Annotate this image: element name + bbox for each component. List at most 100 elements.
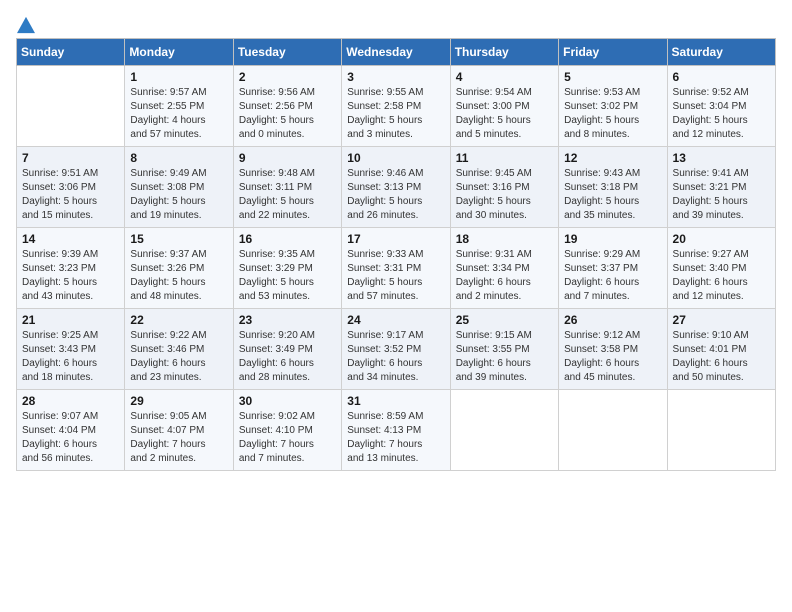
page-header — [16, 16, 776, 28]
calendar-cell — [17, 66, 125, 147]
day-number: 5 — [564, 70, 661, 84]
day-info: Sunrise: 9:46 AM Sunset: 3:13 PM Dayligh… — [347, 167, 444, 223]
calendar-cell: 14 Sunrise: 9:39 AM Sunset: 3:23 PM Dayli… — [17, 228, 125, 309]
weekday-header-friday: Friday — [559, 39, 667, 66]
day-info: Sunrise: 9:41 AM Sunset: 3:21 PM Dayligh… — [673, 167, 770, 223]
day-number: 7 — [22, 151, 119, 165]
day-info: Sunrise: 9:39 AM Sunset: 3:23 PM Dayligh… — [22, 248, 119, 304]
day-number: 11 — [456, 151, 553, 165]
calendar-cell: 17 Sunrise: 9:33 AM Sunset: 3:31 PM Dayli… — [342, 228, 450, 309]
day-number: 4 — [456, 70, 553, 84]
day-info: Sunrise: 9:51 AM Sunset: 3:06 PM Dayligh… — [22, 167, 119, 223]
day-number: 13 — [673, 151, 770, 165]
day-info: Sunrise: 9:33 AM Sunset: 3:31 PM Dayligh… — [347, 248, 444, 304]
day-number: 21 — [22, 313, 119, 327]
calendar-cell: 21 Sunrise: 9:25 AM Sunset: 3:43 PM Dayli… — [17, 309, 125, 390]
day-number: 14 — [22, 232, 119, 246]
calendar-cell — [450, 390, 558, 471]
day-number: 1 — [130, 70, 227, 84]
day-info: Sunrise: 9:49 AM Sunset: 3:08 PM Dayligh… — [130, 167, 227, 223]
calendar-week-row: 28 Sunrise: 9:07 AM Sunset: 4:04 PM Dayli… — [17, 390, 776, 471]
calendar-cell: 15Sunrise: 9:37 AM Sunset: 3:26 PM Dayli… — [125, 228, 233, 309]
day-number: 22 — [130, 313, 227, 327]
day-number: 15 — [130, 232, 227, 246]
calendar-cell: 13 Sunrise: 9:41 AM Sunset: 3:21 PM Dayli… — [667, 147, 775, 228]
day-info: Sunrise: 9:12 AM Sunset: 3:58 PM Dayligh… — [564, 329, 661, 385]
calendar-week-row: 7 Sunrise: 9:51 AM Sunset: 3:06 PM Daylig… — [17, 147, 776, 228]
day-info: Sunrise: 9:29 AM Sunset: 3:37 PM Dayligh… — [564, 248, 661, 304]
day-number: 30 — [239, 394, 336, 408]
calendar-cell: 19 Sunrise: 9:29 AM Sunset: 3:37 PM Dayli… — [559, 228, 667, 309]
calendar-cell: 27 Sunrise: 9:10 AM Sunset: 4:01 PM Dayli… — [667, 309, 775, 390]
calendar-cell: 25Sunrise: 9:15 AM Sunset: 3:55 PM Dayli… — [450, 309, 558, 390]
weekday-header-sunday: Sunday — [17, 39, 125, 66]
calendar-cell: 11 Sunrise: 9:45 AM Sunset: 3:16 PM Dayli… — [450, 147, 558, 228]
day-info: Sunrise: 9:43 AM Sunset: 3:18 PM Dayligh… — [564, 167, 661, 223]
day-info: Sunrise: 9:52 AM Sunset: 3:04 PM Dayligh… — [673, 86, 770, 142]
day-info: Sunrise: 9:15 AM Sunset: 3:55 PM Dayligh… — [456, 329, 553, 385]
calendar-week-row: 14 Sunrise: 9:39 AM Sunset: 3:23 PM Dayli… — [17, 228, 776, 309]
day-number: 8 — [130, 151, 227, 165]
weekday-header-tuesday: Tuesday — [233, 39, 341, 66]
calendar-cell: 31Sunrise: 8:59 AM Sunset: 4:13 PM Dayli… — [342, 390, 450, 471]
day-info: Sunrise: 9:22 AM Sunset: 3:46 PM Dayligh… — [130, 329, 227, 385]
calendar-cell: 30 Sunrise: 9:02 AM Sunset: 4:10 PM Dayli… — [233, 390, 341, 471]
day-number: 2 — [239, 70, 336, 84]
calendar-cell: 16 Sunrise: 9:35 AM Sunset: 3:29 PM Dayli… — [233, 228, 341, 309]
calendar-cell: 10 Sunrise: 9:46 AM Sunset: 3:13 PM Dayli… — [342, 147, 450, 228]
calendar-cell: 20 Sunrise: 9:27 AM Sunset: 3:40 PM Dayli… — [667, 228, 775, 309]
day-info: Sunrise: 9:35 AM Sunset: 3:29 PM Dayligh… — [239, 248, 336, 304]
day-info: Sunrise: 9:57 AM Sunset: 2:55 PM Dayligh… — [130, 86, 227, 142]
weekday-header-row: SundayMondayTuesdayWednesdayThursdayFrid… — [17, 39, 776, 66]
calendar-cell: 8 Sunrise: 9:49 AM Sunset: 3:08 PM Daylig… — [125, 147, 233, 228]
day-number: 29 — [130, 394, 227, 408]
calendar-cell: 23Sunrise: 9:20 AM Sunset: 3:49 PM Dayli… — [233, 309, 341, 390]
weekday-header-wednesday: Wednesday — [342, 39, 450, 66]
calendar-cell: 26 Sunrise: 9:12 AM Sunset: 3:58 PM Dayli… — [559, 309, 667, 390]
day-number: 10 — [347, 151, 444, 165]
day-info: Sunrise: 9:45 AM Sunset: 3:16 PM Dayligh… — [456, 167, 553, 223]
day-number: 18 — [456, 232, 553, 246]
day-number: 3 — [347, 70, 444, 84]
calendar-cell: 6Sunrise: 9:52 AM Sunset: 3:04 PM Daylig… — [667, 66, 775, 147]
calendar-cell: 2Sunrise: 9:56 AM Sunset: 2:56 PM Daylig… — [233, 66, 341, 147]
day-info: Sunrise: 9:27 AM Sunset: 3:40 PM Dayligh… — [673, 248, 770, 304]
day-info: Sunrise: 9:48 AM Sunset: 3:11 PM Dayligh… — [239, 167, 336, 223]
day-number: 12 — [564, 151, 661, 165]
calendar-cell: 4 Sunrise: 9:54 AM Sunset: 3:00 PM Daylig… — [450, 66, 558, 147]
weekday-header-monday: Monday — [125, 39, 233, 66]
day-info: Sunrise: 9:31 AM Sunset: 3:34 PM Dayligh… — [456, 248, 553, 304]
day-info: Sunrise: 9:25 AM Sunset: 3:43 PM Dayligh… — [22, 329, 119, 385]
day-info: Sunrise: 9:07 AM Sunset: 4:04 PM Dayligh… — [22, 410, 119, 466]
calendar-table: SundayMondayTuesdayWednesdayThursdayFrid… — [16, 38, 776, 471]
calendar-header: SundayMondayTuesdayWednesdayThursdayFrid… — [17, 39, 776, 66]
day-info: Sunrise: 9:55 AM Sunset: 2:58 PM Dayligh… — [347, 86, 444, 142]
day-info: Sunrise: 9:54 AM Sunset: 3:00 PM Dayligh… — [456, 86, 553, 142]
day-number: 27 — [673, 313, 770, 327]
day-number: 24 — [347, 313, 444, 327]
calendar-cell: 3 Sunrise: 9:55 AM Sunset: 2:58 PM Daylig… — [342, 66, 450, 147]
calendar-cell: 7 Sunrise: 9:51 AM Sunset: 3:06 PM Daylig… — [17, 147, 125, 228]
calendar-cell: 9 Sunrise: 9:48 AM Sunset: 3:11 PM Daylig… — [233, 147, 341, 228]
day-number: 19 — [564, 232, 661, 246]
calendar-cell: 28 Sunrise: 9:07 AM Sunset: 4:04 PM Dayli… — [17, 390, 125, 471]
weekday-header-thursday: Thursday — [450, 39, 558, 66]
day-info: Sunrise: 9:17 AM Sunset: 3:52 PM Dayligh… — [347, 329, 444, 385]
day-number: 9 — [239, 151, 336, 165]
calendar-cell: 29Sunrise: 9:05 AM Sunset: 4:07 PM Dayli… — [125, 390, 233, 471]
day-number: 17 — [347, 232, 444, 246]
day-number: 20 — [673, 232, 770, 246]
calendar-cell — [667, 390, 775, 471]
calendar-week-row: 1 Sunrise: 9:57 AM Sunset: 2:55 PM Daylig… — [17, 66, 776, 147]
day-info: Sunrise: 9:20 AM Sunset: 3:49 PM Dayligh… — [239, 329, 336, 385]
day-number: 26 — [564, 313, 661, 327]
day-info: Sunrise: 9:10 AM Sunset: 4:01 PM Dayligh… — [673, 329, 770, 385]
calendar-week-row: 21 Sunrise: 9:25 AM Sunset: 3:43 PM Dayli… — [17, 309, 776, 390]
weekday-header-saturday: Saturday — [667, 39, 775, 66]
day-number: 16 — [239, 232, 336, 246]
day-info: Sunrise: 9:53 AM Sunset: 3:02 PM Dayligh… — [564, 86, 661, 142]
calendar-cell: 12 Sunrise: 9:43 AM Sunset: 3:18 PM Dayli… — [559, 147, 667, 228]
day-info: Sunrise: 9:02 AM Sunset: 4:10 PM Dayligh… — [239, 410, 336, 466]
logo — [16, 16, 35, 28]
day-number: 28 — [22, 394, 119, 408]
